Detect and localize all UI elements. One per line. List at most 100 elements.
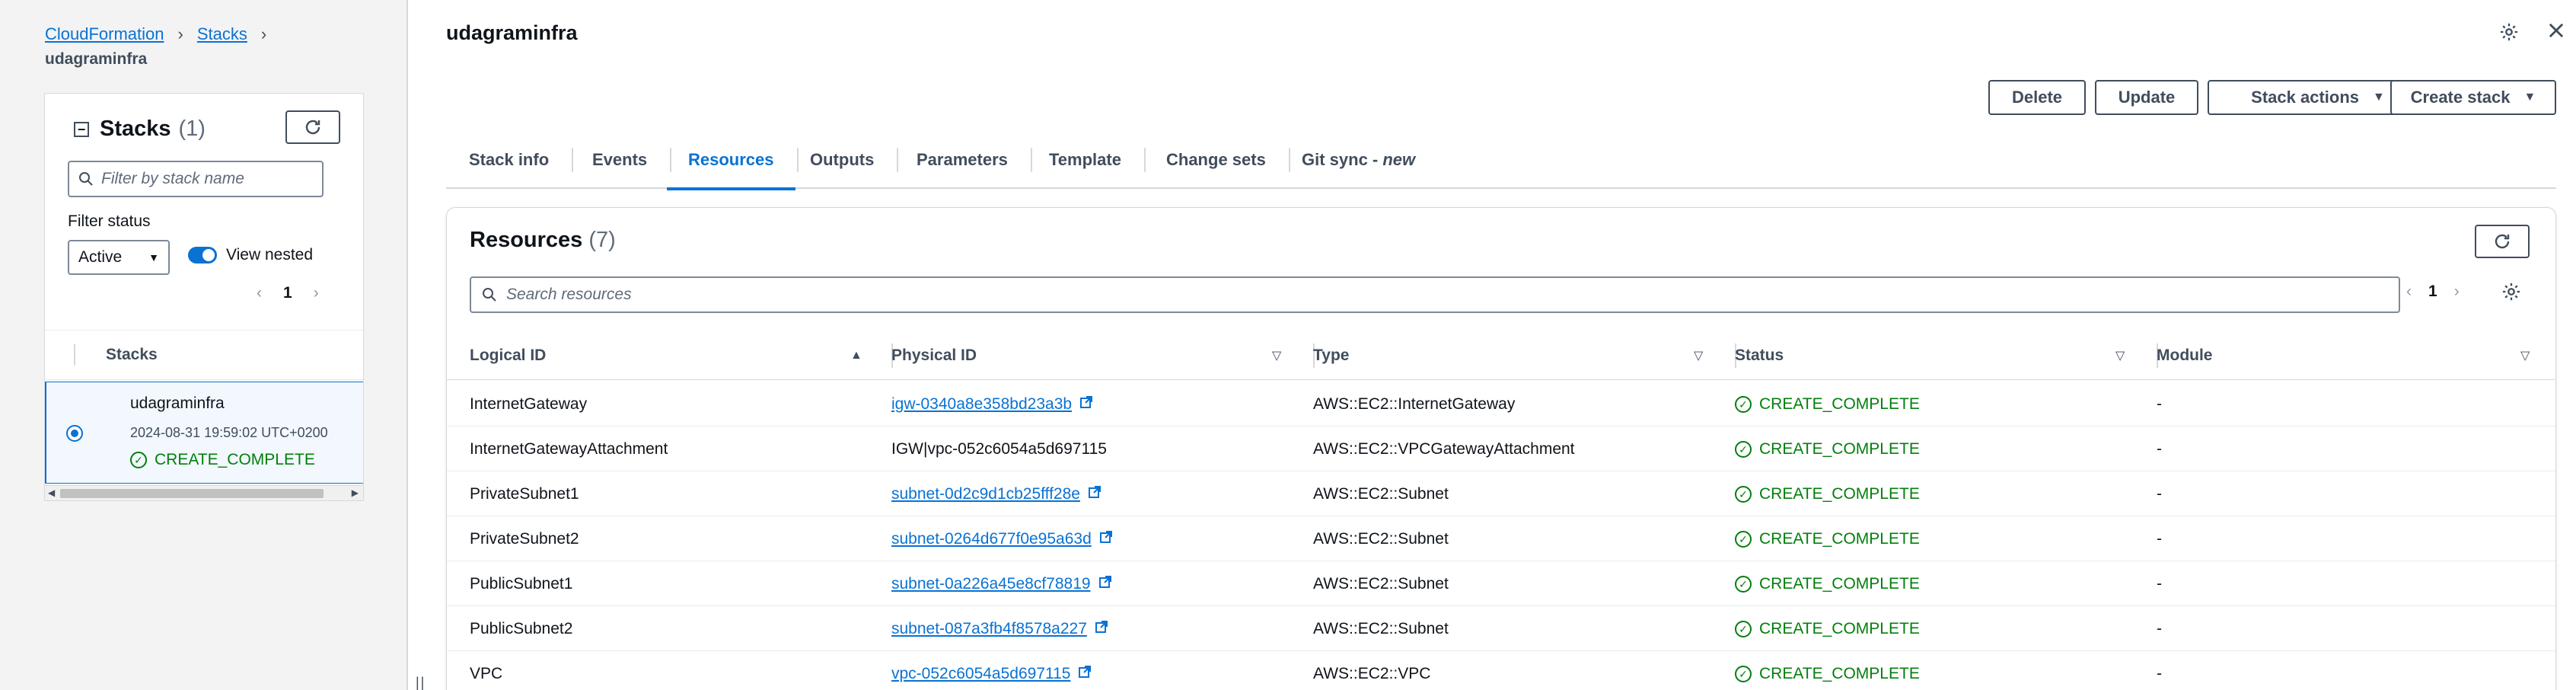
table-row: PrivateSubnet1 subnet-0d2c9d1cb25fff28e … xyxy=(447,471,2555,516)
external-link-icon[interactable] xyxy=(1099,530,1113,548)
refresh-resources-button[interactable] xyxy=(2475,225,2530,258)
prev-page-icon[interactable]: ‹ xyxy=(257,284,262,302)
success-check-icon: ✓ xyxy=(1735,395,1752,413)
create-stack-label: Create stack xyxy=(2410,88,2511,107)
status-text: CREATE_COMPLETE xyxy=(1759,574,1920,593)
cell-type: AWS::EC2::Subnet xyxy=(1313,516,1449,561)
tab-divider xyxy=(1288,148,1290,172)
scrollbar-thumb[interactable] xyxy=(60,489,324,498)
status-indicator: ✓ CREATE_COMPLETE xyxy=(1735,395,1920,414)
stack-radio[interactable] xyxy=(66,425,83,442)
tab-outputs[interactable]: Outputs xyxy=(810,131,899,189)
column-header-module[interactable]: Module ▽ xyxy=(2157,331,2537,380)
physical-id-link[interactable]: vpc-052c6054a5d697115 xyxy=(891,665,1070,683)
external-link-icon[interactable] xyxy=(1088,485,1101,503)
filter-stacks-input[interactable] xyxy=(101,170,314,188)
external-link-icon[interactable] xyxy=(1095,620,1108,637)
external-link-icon[interactable] xyxy=(1078,665,1092,682)
column-label: Type xyxy=(1313,347,1350,364)
stack-row[interactable]: udagraminfra 2024-08-31 19:59:02 UTC+020… xyxy=(45,382,363,484)
stack-created-time: 2024-08-31 19:59:02 UTC+0200 xyxy=(130,425,328,440)
resources-page-number[interactable]: 1 xyxy=(2428,283,2437,301)
next-page-icon[interactable]: › xyxy=(2454,283,2460,301)
search-icon xyxy=(483,288,496,302)
tab-change-sets[interactable]: Change sets xyxy=(1166,131,1290,189)
scroll-left-icon[interactable]: ◀ xyxy=(48,487,55,498)
prev-page-icon[interactable]: ‹ xyxy=(2406,283,2412,301)
breadcrumb-cloudformation[interactable]: CloudFormation xyxy=(45,24,164,44)
tab-label: Outputs xyxy=(810,150,875,169)
module-text: - xyxy=(2157,395,2162,413)
tab-events[interactable]: Events xyxy=(592,131,672,189)
collapse-icon[interactable]: − xyxy=(74,121,89,137)
column-header-type[interactable]: Type ▽ xyxy=(1313,331,1736,380)
stack-name[interactable]: udagraminfra xyxy=(130,395,225,413)
tab-git-sync[interactable]: Git sync - new xyxy=(1302,131,1415,189)
cell-type: AWS::EC2::Subnet xyxy=(1313,606,1449,651)
search-resources-input[interactable] xyxy=(506,286,2333,304)
success-check-icon: ✓ xyxy=(1735,665,1752,682)
tab-parameters[interactable]: Parameters xyxy=(917,131,1032,189)
resources-title-text: Resources xyxy=(470,228,583,252)
caret-down-icon: ▼ xyxy=(2373,91,2385,104)
status-indicator: ✓ CREATE_COMPLETE xyxy=(1735,485,1920,503)
external-link-icon[interactable] xyxy=(1079,395,1093,413)
tab-label: Template xyxy=(1049,150,1121,169)
type-text: AWS::EC2::Subnet xyxy=(1313,529,1449,548)
close-icon[interactable] xyxy=(2546,20,2567,46)
type-text: AWS::EC2::Subnet xyxy=(1313,484,1449,503)
tab-divider xyxy=(670,148,672,172)
logical-id-text: PublicSubnet2 xyxy=(470,619,573,637)
filter-status-select[interactable]: Active ▼ xyxy=(68,240,170,275)
create-stack-button[interactable]: Create stack ▼ xyxy=(2390,80,2556,115)
column-header-physical-id[interactable]: Physical ID ▽ xyxy=(891,331,1315,380)
table-row: InternetGateway igw-0340a8e358bd23a3b AW… xyxy=(447,382,2555,426)
table-row: PrivateSubnet2 subnet-0264d677f0e95a63d … xyxy=(447,516,2555,561)
cell-type: AWS::EC2::InternetGateway xyxy=(1313,382,1515,426)
physical-id-link[interactable]: subnet-087a3fb4f8578a227 xyxy=(891,620,1087,638)
cell-status: ✓ CREATE_COMPLETE xyxy=(1735,471,1920,516)
logical-id-text: PublicSubnet1 xyxy=(470,574,573,593)
cell-logical-id: PrivateSubnet1 xyxy=(470,471,579,516)
cell-module: - xyxy=(2157,471,2162,516)
stacks-column-label: Stacks xyxy=(106,346,158,363)
cell-module: - xyxy=(2157,606,2162,651)
physical-id-link[interactable]: subnet-0a226a45e8cf78819 xyxy=(891,575,1091,593)
refresh-stacks-button[interactable] xyxy=(285,110,340,144)
physical-id-link[interactable]: subnet-0264d677f0e95a63d xyxy=(891,530,1092,548)
external-link-icon[interactable] xyxy=(1098,575,1112,593)
physical-id-link[interactable]: subnet-0d2c9d1cb25fff28e xyxy=(891,485,1080,503)
tab-resources[interactable]: Resources xyxy=(667,131,799,190)
physical-id-link[interactable]: igw-0340a8e358bd23a3b xyxy=(891,395,1072,414)
column-header-status[interactable]: Status ▽ xyxy=(1735,331,2158,380)
stacks-page-number[interactable]: 1 xyxy=(283,284,292,302)
cell-physical-id: subnet-0a226a45e8cf78819 xyxy=(891,561,1112,606)
refresh-icon xyxy=(2495,234,2510,249)
tab-label: Change sets xyxy=(1166,150,1266,169)
delete-label: Delete xyxy=(2011,88,2063,107)
cell-type: AWS::EC2::Subnet xyxy=(1313,561,1449,606)
table-preferences-gear-icon[interactable] xyxy=(2501,281,2522,308)
scroll-right-icon[interactable]: ▶ xyxy=(352,487,359,498)
resources-count: (7) xyxy=(588,228,616,252)
panel-resize-handle-icon[interactable]: || xyxy=(416,675,426,690)
status-indicator: ✓ CREATE_COMPLETE xyxy=(1735,575,1920,593)
gear-icon[interactable] xyxy=(2498,21,2520,48)
column-header-logical-id[interactable]: Logical ID ▲ xyxy=(470,331,893,380)
delete-button[interactable]: Delete xyxy=(1988,80,2086,115)
logical-id-text: PrivateSubnet2 xyxy=(470,529,579,548)
next-page-icon[interactable]: › xyxy=(314,284,319,302)
tab-stack-info[interactable]: Stack info xyxy=(469,131,574,189)
view-nested-toggle[interactable] xyxy=(188,247,217,264)
tab-template[interactable]: Template xyxy=(1049,131,1146,189)
view-nested-label: View nested xyxy=(226,246,314,264)
tab-label: Git sync - xyxy=(1302,150,1383,169)
cell-status: ✓ CREATE_COMPLETE xyxy=(1735,426,1920,471)
cell-logical-id: PrivateSubnet2 xyxy=(470,516,579,561)
breadcrumb-stacks[interactable]: Stacks xyxy=(197,24,247,44)
column-label: Module xyxy=(2157,347,2213,364)
update-button[interactable]: Update xyxy=(2095,80,2198,115)
column-divider xyxy=(74,344,75,366)
status-indicator: ✓ CREATE_COMPLETE xyxy=(1735,530,1920,548)
horizontal-scrollbar[interactable]: ◀ ▶ xyxy=(45,485,363,500)
